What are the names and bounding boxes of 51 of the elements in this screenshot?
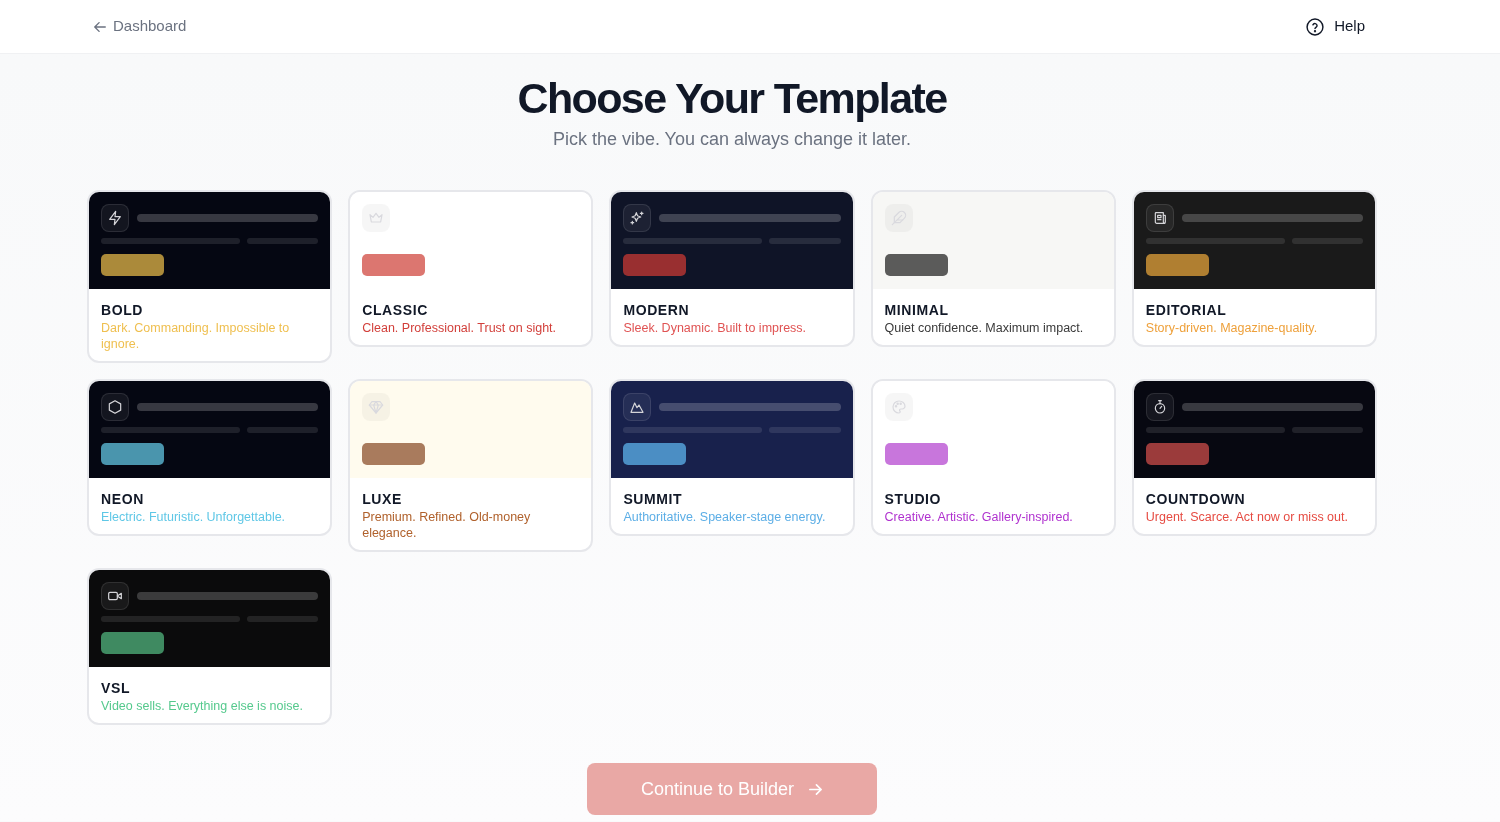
template-card[interactable]: VSL Video sells. Everything else is noise. [87, 568, 333, 725]
template-tagline: Urgent. Scarce. Act now or miss out. [1145, 509, 1349, 525]
template-tagline: Premium. Refined. Old-money elegance. [362, 509, 532, 541]
template-name: STUDIO [884, 490, 943, 509]
template-card[interactable]: NEON Electric. Futuristic. Unforgettable. [87, 379, 333, 536]
sparkles-icon [623, 204, 652, 232]
page-title: Choose Your Template [517, 73, 947, 124]
template-card[interactable]: CLASSIC Clean. Professional. Trust on sight. [348, 190, 594, 347]
back-link[interactable]: Dashboard [93, 15, 187, 38]
template-card[interactable]: LUXE Premium. Refined. Old-money elegance. [348, 379, 594, 552]
template-name: VSL [101, 679, 132, 698]
template-name: CLASSIC [362, 301, 429, 320]
template-name: MINIMAL [884, 301, 950, 320]
mountain-icon [623, 393, 652, 421]
template-name: EDITORIAL [1145, 301, 1228, 320]
arrow-right-icon [808, 781, 824, 797]
template-tagline: Authoritative. Speaker-stage energy. [623, 509, 827, 525]
template-tagline: Sleek. Dynamic. Built to impress. [623, 320, 808, 336]
template-tagline: Story-driven. Magazine-quality. [1145, 320, 1319, 336]
arrow-left-icon [93, 19, 107, 34]
template-name: SUMMIT [623, 490, 684, 509]
template-card[interactable]: MODERN Sleek. Dynamic. Built to impress. [609, 190, 855, 347]
stopwatch-icon [1145, 393, 1174, 421]
feather-icon [884, 204, 913, 232]
template-card[interactable]: MINIMAL Quiet confidence. Maximum impact. [870, 190, 1116, 347]
template-tagline: Quiet confidence. Maximum impact. [884, 320, 1085, 336]
template-name: MODERN [623, 301, 691, 320]
template-tagline: Video sells. Everything else is noise. [101, 698, 304, 714]
template-card[interactable]: COUNTDOWN Urgent. Scarce. Act now or miss out. [1131, 379, 1377, 536]
template-name: COUNTDOWN [1145, 490, 1247, 509]
page-subtitle: Pick the vibe. You can always change it later. [552, 128, 912, 151]
template-tagline: Creative. Artistic. Gallery-inspired. [884, 509, 1074, 525]
template-card[interactable]: SUMMIT Authoritative. Speaker-stage energy. [609, 379, 855, 536]
template-name: BOLD [101, 301, 145, 320]
newspaper-icon [1145, 204, 1174, 232]
help-link[interactable]: Help [1306, 15, 1365, 38]
hexagon-icon [101, 393, 129, 421]
palette-icon [884, 393, 913, 421]
template-tagline: Clean. Professional. Trust on sight. [362, 320, 558, 336]
template-card[interactable]: EDITORIAL Story-driven. Magazine-quality. [1131, 190, 1377, 347]
template-tagline: Electric. Futuristic. Unforgettable. [101, 509, 287, 525]
lightning-icon [101, 204, 129, 232]
video-camera-icon [101, 582, 129, 610]
help-icon [1306, 17, 1325, 36]
template-name: NEON [101, 490, 145, 509]
template-card[interactable]: STUDIO Creative. Artistic. Gallery-inspired. [870, 379, 1116, 536]
template-card[interactable]: BOLD Dark. Commanding. Impossible to ignore. [87, 190, 333, 363]
crown-icon [362, 204, 391, 232]
diamond-icon [362, 393, 391, 421]
template-tagline: Dark. Commanding. Impossible to ignore. [101, 320, 291, 352]
template-name: LUXE [362, 490, 403, 509]
